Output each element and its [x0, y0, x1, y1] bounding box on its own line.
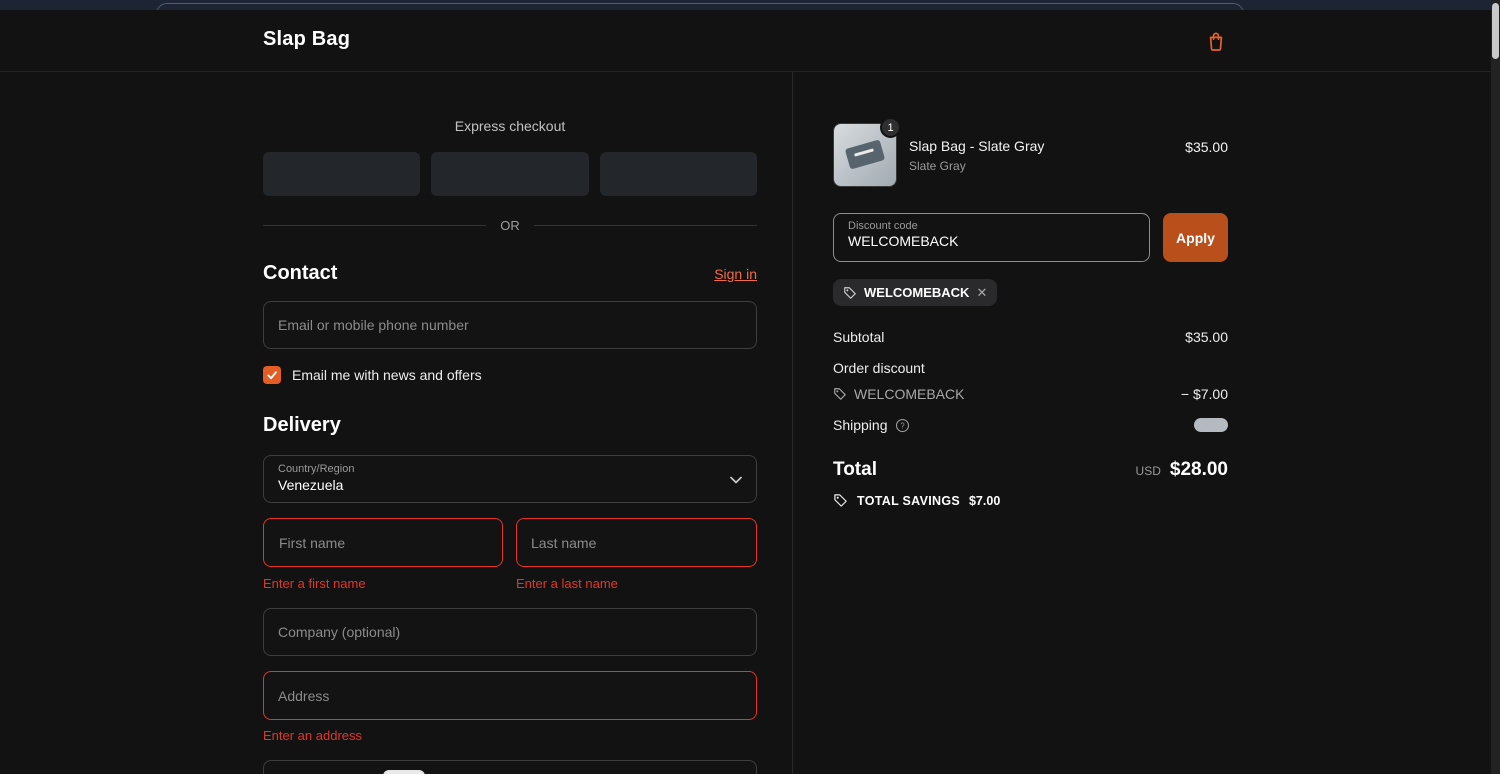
- country-select[interactable]: Country/Region Venezuela: [263, 455, 757, 503]
- total-savings-value: $7.00: [968, 493, 1001, 508]
- total-savings-row: TOTAL SAVINGS $7.00: [833, 493, 1228, 508]
- product-price: $35.00: [1185, 139, 1228, 155]
- apply-discount-button[interactable]: Apply: [1163, 213, 1228, 262]
- newsletter-checkbox[interactable]: [263, 366, 281, 384]
- email-field[interactable]: [263, 301, 757, 349]
- order-discount-code-row: WELCOMEBACK − $7.00: [833, 386, 1228, 402]
- country-select-label: Country/Region: [278, 463, 355, 475]
- autofill-pill[interactable]: [383, 770, 425, 774]
- total-row: Total USD $28.00: [833, 456, 1228, 484]
- total-savings-label: TOTAL SAVINGS: [857, 493, 960, 508]
- newsletter-label: Email me with news and offers: [292, 367, 482, 383]
- discount-code-row: Discount code Apply: [833, 213, 1228, 262]
- or-divider-label: OR: [500, 218, 520, 233]
- address-error: Enter an address: [263, 728, 363, 743]
- next-field-partial[interactable]: [263, 760, 757, 774]
- first-name-field[interactable]: [263, 518, 503, 567]
- product-image: 1: [833, 117, 901, 187]
- checkout-page: Slap Bag Express checkout OR Contact Sig…: [0, 0, 1500, 774]
- product-image-shape: [844, 139, 886, 170]
- address-field[interactable]: [263, 671, 757, 720]
- tag-icon: [833, 387, 847, 401]
- last-name-error: Enter a last name: [516, 576, 618, 591]
- product-name: Slap Bag - Slate Gray: [909, 138, 1045, 154]
- subtotal-value: $35.00: [1185, 329, 1228, 345]
- divider-line: [533, 225, 757, 226]
- total-value: $28.00: [1169, 459, 1228, 480]
- express-checkout-button-3[interactable]: [599, 152, 757, 196]
- site-header: Slap Bag: [0, 10, 1491, 72]
- delivery-heading: Delivery: [263, 414, 341, 436]
- contact-header-row: Contact Sign in: [263, 262, 757, 285]
- browser-top-strip: [0, 0, 1500, 10]
- express-checkout-button-1[interactable]: [263, 152, 421, 196]
- order-discount-label: Order discount: [833, 360, 925, 376]
- order-discount-value: − $7.00: [1180, 386, 1228, 402]
- order-discount-code: WELCOMEBACK: [854, 386, 965, 402]
- first-name-error: Enter a first name: [263, 576, 366, 591]
- remove-discount-icon[interactable]: ✕: [976, 286, 987, 299]
- shipping-row: Shipping ?: [833, 417, 1228, 433]
- contact-heading: Contact: [263, 262, 338, 284]
- tag-icon: [833, 493, 848, 508]
- newsletter-opt-in[interactable]: Email me with news and offers: [263, 366, 482, 384]
- express-checkout-button-2[interactable]: [431, 152, 589, 196]
- applied-discount-code: WELCOMEBACK: [864, 285, 970, 300]
- checkmark-icon: [266, 369, 278, 381]
- last-name-field[interactable]: [516, 518, 757, 567]
- applied-discount-chip: WELCOMEBACK ✕: [833, 279, 998, 306]
- country-select-value: Venezuela: [278, 477, 344, 493]
- scrollbar-thumb[interactable]: [1492, 3, 1499, 59]
- applied-discount-chip-row: WELCOMEBACK ✕: [833, 279, 998, 306]
- tag-icon: [843, 286, 857, 300]
- subtotal-row: Subtotal $35.00: [833, 329, 1228, 345]
- subtotal-label: Subtotal: [833, 329, 885, 345]
- express-checkout-label: Express checkout: [454, 118, 566, 134]
- order-discount-row: Order discount: [833, 360, 1228, 376]
- main-content: Express checkout OR Contact Sign in Emai…: [0, 72, 1500, 774]
- discount-code-input[interactable]: [848, 233, 1135, 249]
- cart-bag-icon: [1204, 29, 1230, 53]
- discount-code-field[interactable]: Discount code: [833, 213, 1150, 262]
- order-summary-column: 1 Slap Bag - Slate Gray Slate Gray $35.0…: [794, 72, 1491, 774]
- quantity-badge: 1: [880, 117, 901, 138]
- product-variant: Slate Gray: [909, 159, 966, 173]
- scrollbar-track[interactable]: [1491, 0, 1500, 774]
- chevron-down-icon: [730, 476, 742, 484]
- cart-button[interactable]: [1204, 29, 1230, 55]
- shipping-label: Shipping: [833, 417, 888, 433]
- total-label: Total: [833, 459, 877, 480]
- help-question-icon[interactable]: ?: [895, 418, 910, 433]
- or-divider: OR: [263, 218, 757, 233]
- checkout-column: Express checkout OR Contact Sign in Emai…: [0, 72, 793, 774]
- discount-code-label: Discount code: [848, 220, 918, 232]
- company-field[interactable]: [263, 608, 757, 656]
- express-checkout-buttons: [263, 152, 757, 196]
- browser-address-bar[interactable]: [156, 3, 1244, 10]
- svg-text:?: ?: [900, 421, 905, 430]
- total-currency: USD: [1135, 464, 1161, 478]
- store-name-link[interactable]: Slap Bag: [263, 28, 350, 51]
- shipping-value-skeleton: [1194, 418, 1228, 432]
- sign-in-link[interactable]: Sign in: [714, 266, 757, 282]
- cart-line-item: 1 Slap Bag - Slate Gray Slate Gray $35.0…: [833, 117, 1228, 187]
- divider-line: [263, 225, 487, 226]
